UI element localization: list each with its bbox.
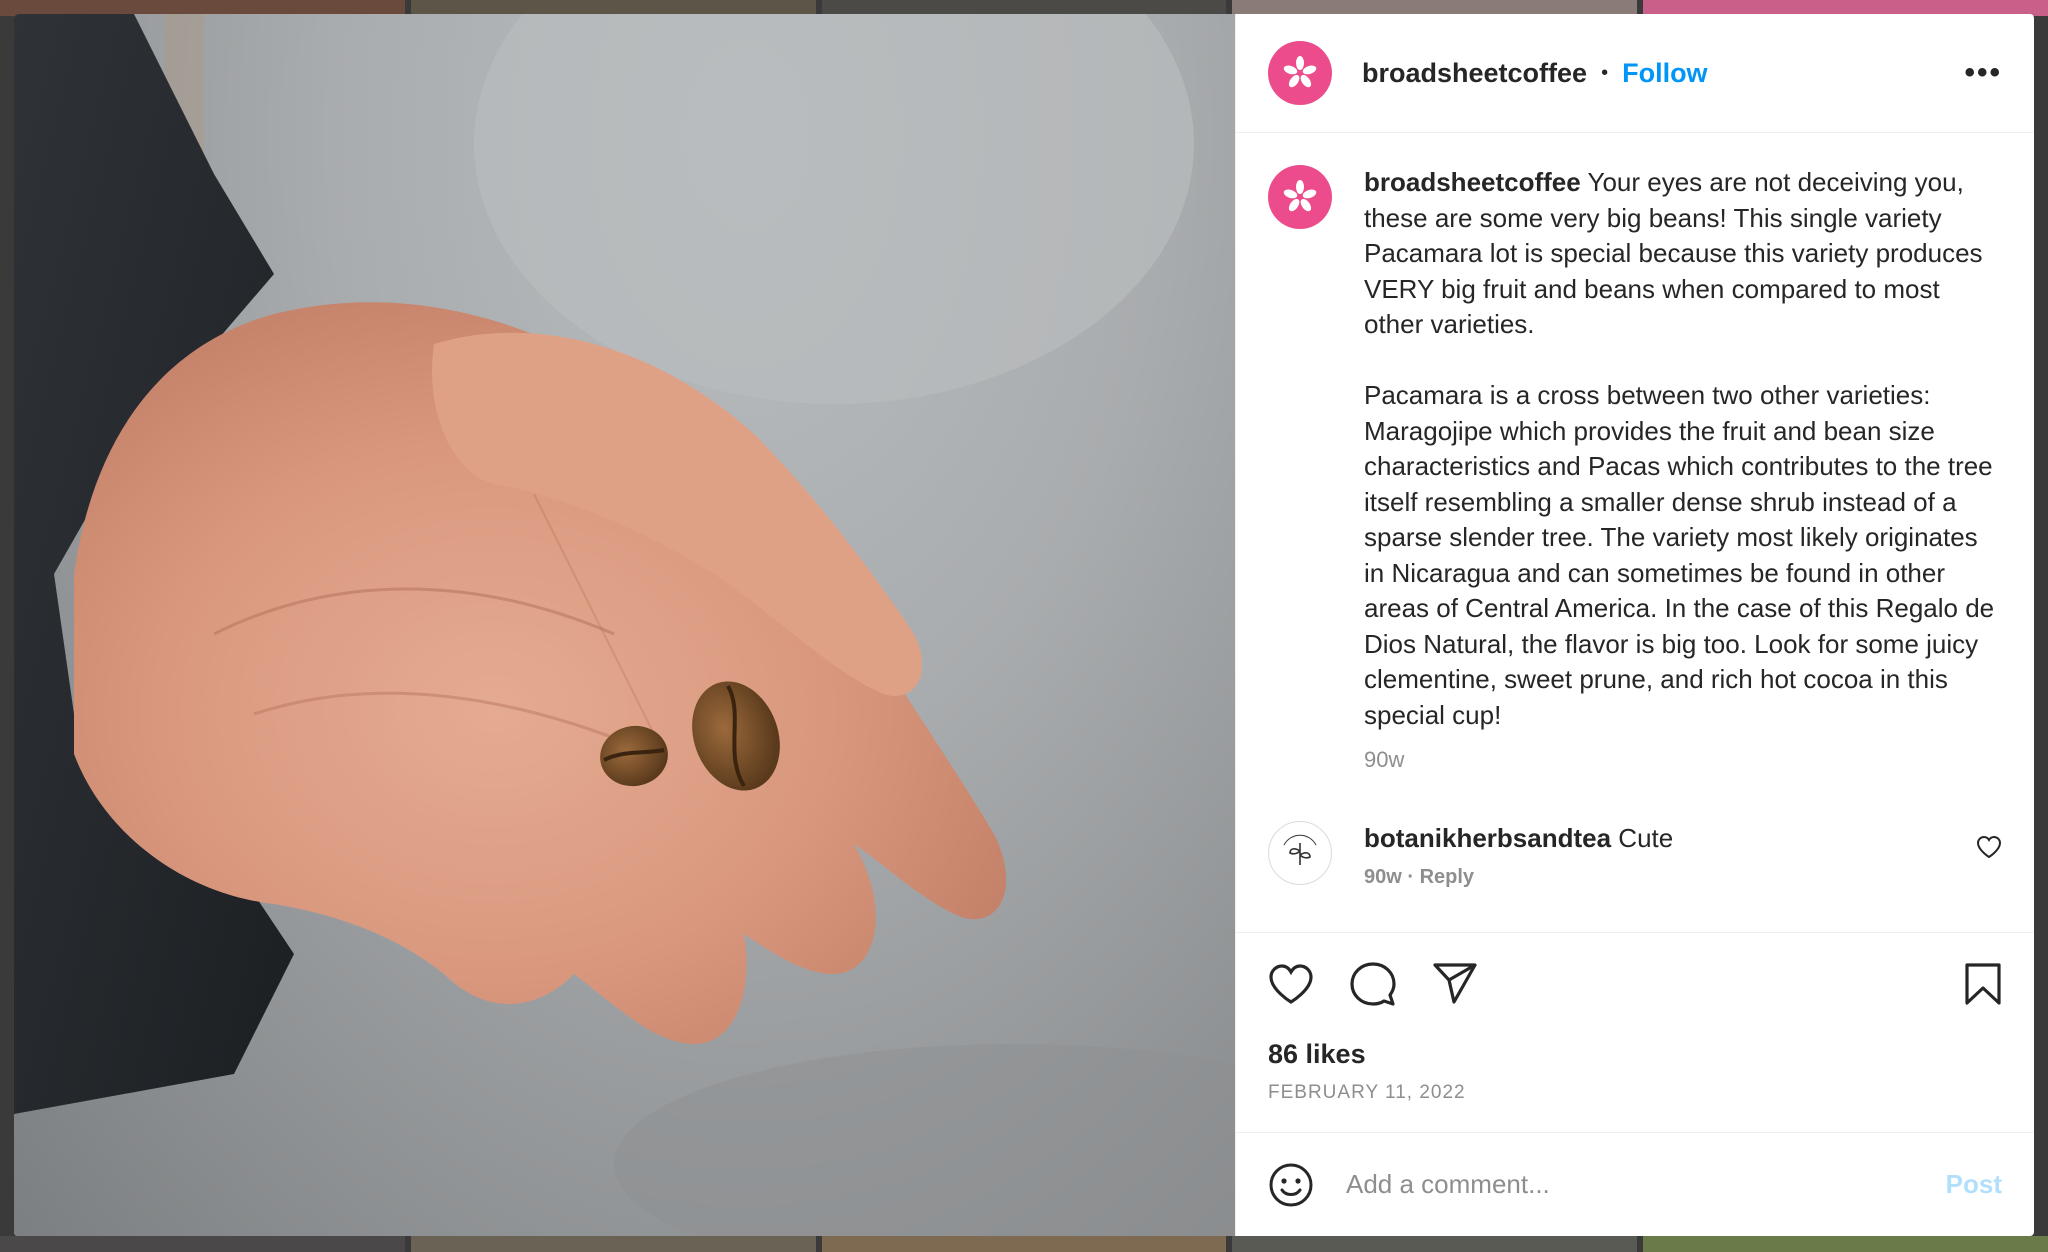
post-button[interactable]: Post	[1946, 1169, 2002, 1200]
comment-username[interactable]: botanikherbsandtea	[1364, 823, 1611, 853]
header-separator: •	[1601, 61, 1609, 84]
comment-composer: Post	[1236, 1132, 2034, 1236]
post-date[interactable]: FEBRUARY 11, 2022	[1268, 1082, 2002, 1104]
comments-section: broadsheetcoffee Your eyes are not decei…	[1236, 133, 2034, 932]
comment-body: Cute	[1618, 823, 1674, 853]
comment-input[interactable]	[1344, 1168, 1946, 1201]
caption-paragraph-2: Pacamara is a cross between two other va…	[1364, 380, 1995, 730]
flower-logo-icon	[1283, 180, 1317, 212]
heart-icon[interactable]	[1268, 963, 1314, 1005]
background-feed-bottom	[0, 1236, 2048, 1252]
action-bar: 86 likes FEBRUARY 11, 2022	[1236, 932, 2034, 1132]
caption: broadsheetcoffee Your eyes are not decei…	[1268, 165, 2002, 773]
caption-time[interactable]: 90w	[1364, 747, 2000, 773]
post-header: broadsheetcoffee • Follow •••	[1236, 14, 2034, 133]
more-options-icon[interactable]: •••	[1964, 56, 2002, 90]
caption-avatar[interactable]	[1268, 165, 1332, 229]
profile-avatar[interactable]	[1268, 41, 1332, 105]
comment-text: botanikherbsandtea Cute	[1364, 821, 1673, 856]
post-modal: broadsheetcoffee • Follow ••• broadsheet…	[14, 14, 2034, 1236]
caption-text: broadsheetcoffee Your eyes are not decei…	[1364, 165, 2000, 733]
post-details-panel: broadsheetcoffee • Follow ••• broadsheet…	[1235, 14, 2034, 1236]
share-icon[interactable]	[1432, 962, 1478, 1006]
likes-count[interactable]: 86 likes	[1268, 1039, 2002, 1070]
caption-username[interactable]: broadsheetcoffee	[1364, 167, 1581, 197]
header-username[interactable]: broadsheetcoffee	[1362, 58, 1587, 89]
flower-logo-icon	[1283, 56, 1317, 88]
post-photo[interactable]	[14, 14, 1235, 1236]
hand-with-coffee-beans-image	[14, 14, 1235, 1236]
comment-meta[interactable]: 90w · Reply	[1364, 866, 1673, 889]
bookmark-icon[interactable]	[1964, 962, 2002, 1006]
botanik-logo-icon	[1283, 834, 1317, 865]
follow-button[interactable]: Follow	[1622, 58, 1707, 89]
emoji-icon[interactable]	[1268, 1162, 1314, 1208]
comment-item: botanikherbsandtea Cute 90w · Reply	[1268, 821, 2002, 889]
commenter-avatar[interactable]	[1268, 821, 1332, 885]
comment-icon[interactable]	[1350, 961, 1396, 1007]
action-icons	[1268, 953, 2002, 1015]
small-heart-icon[interactable]	[1976, 835, 2002, 859]
